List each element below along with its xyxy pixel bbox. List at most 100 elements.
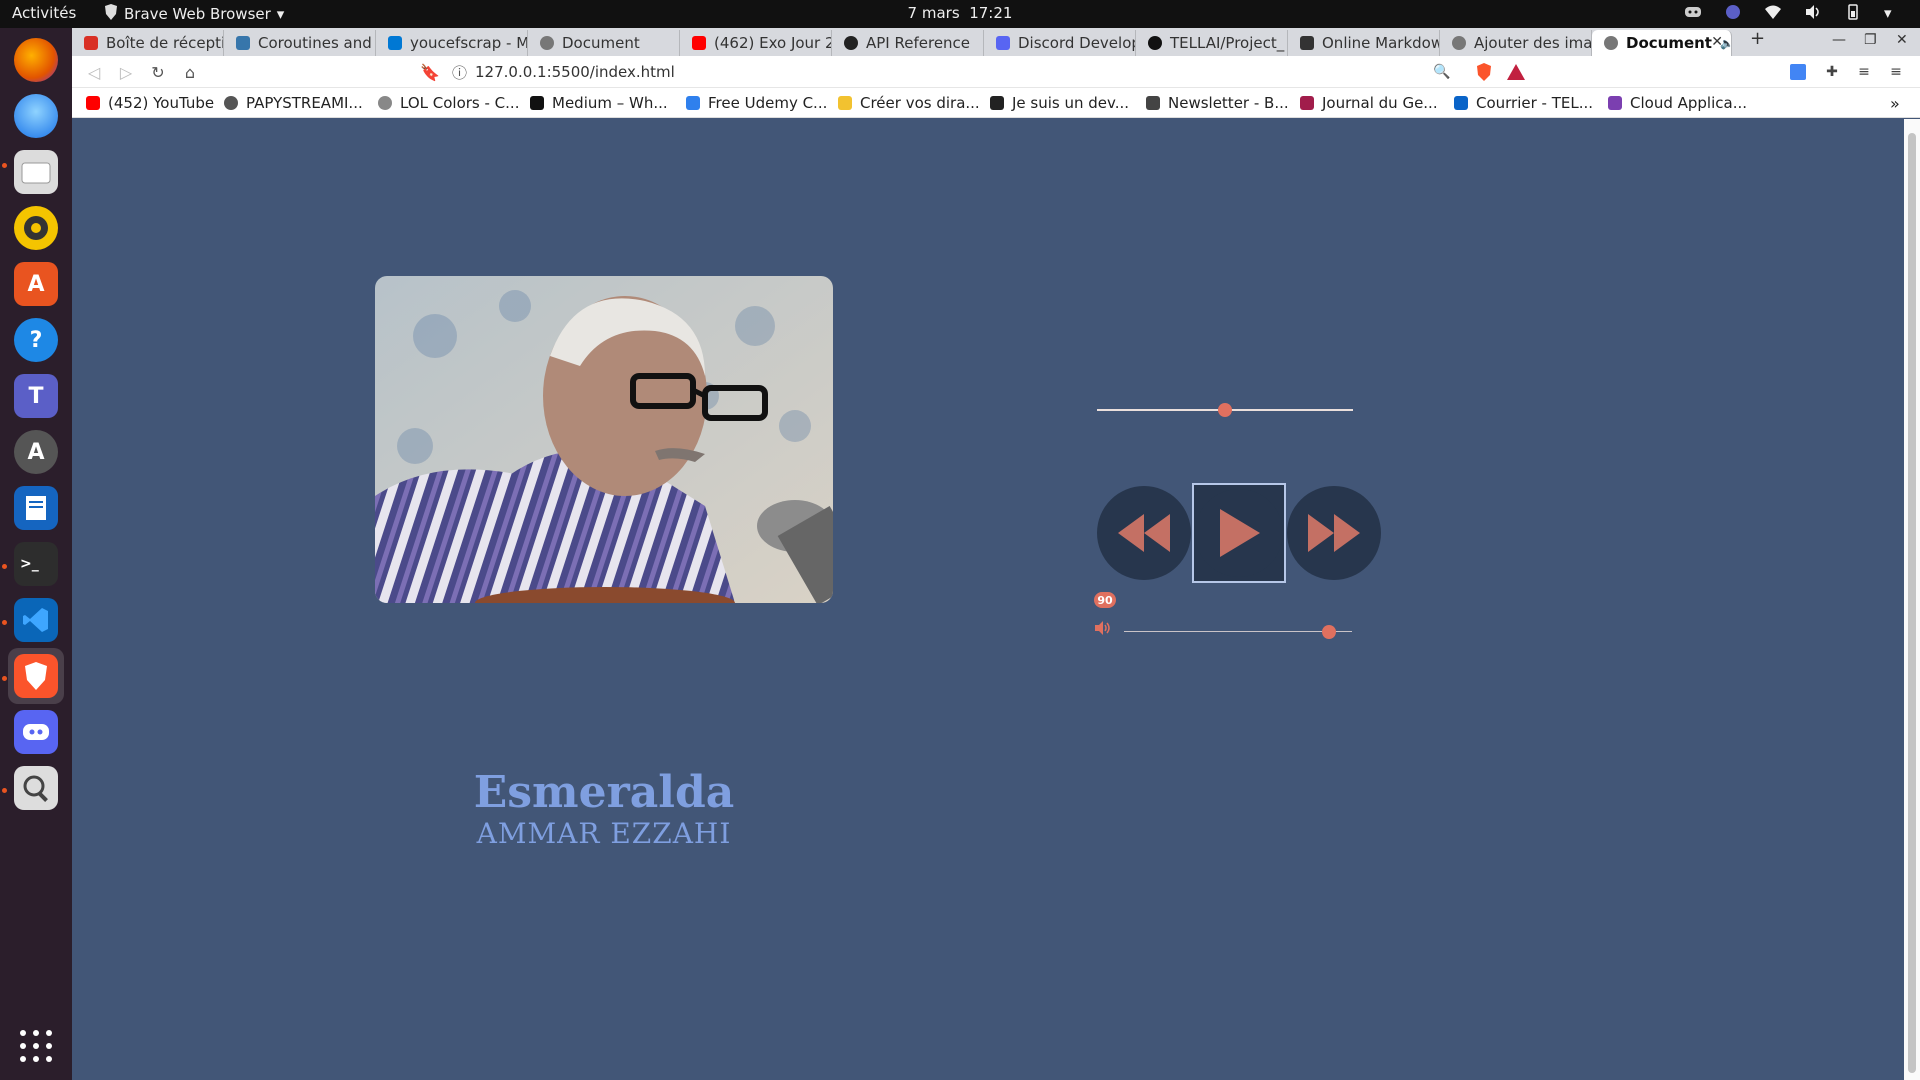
dock-brave[interactable]	[8, 648, 64, 704]
volume-knob[interactable]	[1322, 625, 1337, 639]
tab[interactable]: Discord Develop	[984, 30, 1136, 56]
dock-files[interactable]	[8, 144, 64, 200]
help-icon: ?	[14, 318, 58, 362]
dock-help[interactable]: ?	[8, 312, 64, 368]
translate-icon[interactable]	[1788, 62, 1808, 82]
activities-button[interactable]: Activités	[12, 4, 76, 22]
bookmark-item[interactable]: Journal du Ge...	[1300, 94, 1438, 112]
dock-updater[interactable]: A	[8, 424, 64, 480]
bookmark-item[interactable]: Free Udemy C...	[686, 94, 827, 112]
discord-tray-icon[interactable]	[1684, 4, 1702, 20]
bookmark-label: Medium – Wh...	[552, 94, 668, 112]
dock-rhythmbox[interactable]	[8, 200, 64, 256]
volume-slider[interactable]	[1124, 622, 1352, 642]
zoom-icon[interactable]: 🔍	[1432, 62, 1452, 82]
fast-forward-icon	[1308, 514, 1360, 552]
app-menu[interactable]: Brave Web Browser ▾	[104, 4, 284, 24]
dock-software[interactable]: A	[8, 256, 64, 312]
markdown-icon	[1300, 36, 1314, 50]
running-indicator	[2, 564, 7, 569]
fast-forward-button[interactable]	[1287, 486, 1381, 580]
address-bar[interactable]: ⓘ 127.0.0.1:5500/index.html	[452, 60, 1452, 84]
bookmark-icon[interactable]: 🔖	[420, 62, 440, 82]
bookmark-item[interactable]: Newsletter - B...	[1146, 94, 1289, 112]
system-tray[interactable]: ▾	[1684, 4, 1902, 22]
libreoffice-writer-icon	[14, 486, 58, 530]
tab[interactable]: TELLAI/Project_	[1136, 30, 1288, 56]
clock: 7 mars 17:21	[0, 4, 1920, 22]
clock-button[interactable]: 7 mars 17:21	[908, 4, 1013, 22]
tab[interactable]: Online Markdow	[1288, 30, 1440, 56]
page-content: Esmeralda AMMAR EZZAHI 90	[72, 119, 1920, 1080]
new-tab-icon[interactable]: +	[1750, 28, 1765, 49]
dock-vscode[interactable]	[8, 592, 64, 648]
bookmark-label: LOL Colors - C...	[400, 94, 520, 112]
bookmark-item[interactable]: Créer vos dira...	[838, 94, 980, 112]
close-window-icon[interactable]: ✕	[1896, 32, 1908, 48]
tab[interactable]: (462) Exo Jour 28	[680, 30, 832, 56]
tab-label: API Reference	[866, 34, 971, 52]
home-icon[interactable]: ⌂	[180, 62, 200, 82]
tab-label: Document	[562, 34, 640, 52]
tab[interactable]: Boîte de réceptio	[72, 30, 224, 56]
rewind-button[interactable]	[1097, 486, 1191, 580]
brave-rewards-icon[interactable]	[1506, 62, 1526, 82]
bookmark-label: Courrier - TEL...	[1476, 94, 1594, 112]
dock-firefox[interactable]	[8, 32, 64, 88]
volume-track	[1124, 631, 1352, 632]
tab[interactable]: Document	[528, 30, 680, 56]
tab-active[interactable]: Document 🔈 ✕	[1592, 30, 1732, 56]
bookmark-item[interactable]: Courrier - TEL...	[1454, 94, 1593, 112]
volume-icon[interactable]	[1094, 620, 1112, 636]
bookmark-item[interactable]: (452) YouTube	[86, 94, 214, 112]
menu-icon[interactable]: ≡	[1886, 62, 1906, 82]
reload-icon[interactable]: ↻	[148, 62, 168, 82]
forward-icon[interactable]: ▷	[116, 62, 136, 82]
gmail-icon	[84, 36, 98, 50]
tab[interactable]: Coroutines and T	[224, 30, 376, 56]
app-menu-label: Brave Web Browser	[124, 5, 271, 23]
brave-shields-icon[interactable]	[1474, 62, 1494, 82]
bookmark-item[interactable]: Medium – Wh...	[530, 94, 668, 112]
tab[interactable]: youcefscrap - Mic	[376, 30, 528, 56]
tab[interactable]: API Reference	[832, 30, 984, 56]
wifi-icon[interactable]	[1764, 4, 1782, 20]
bookmark-item[interactable]: Cloud Applica...	[1608, 94, 1747, 112]
restore-icon[interactable]: ❐	[1864, 32, 1877, 48]
close-tab-icon[interactable]: ✕	[1711, 34, 1723, 50]
dock-magnifier[interactable]	[8, 760, 64, 816]
extensions-icon[interactable]: ✚	[1822, 62, 1842, 82]
dock-thunderbird[interactable]	[8, 88, 64, 144]
media-controls-icon[interactable]: ≡	[1854, 62, 1874, 82]
bookmarks-bar: (452) YouTube PAPYSTREAMI... LOL Colors …	[72, 88, 1920, 118]
dock-discord[interactable]	[8, 704, 64, 760]
azure-icon	[388, 36, 402, 50]
power-menu-icon[interactable]: ▾	[1884, 4, 1902, 22]
scrollbar-thumb[interactable]	[1908, 133, 1916, 1073]
play-icon	[1220, 509, 1260, 557]
bookmark-label: (452) YouTube	[108, 94, 215, 112]
globe-icon	[1604, 36, 1618, 50]
page-scrollbar[interactable]	[1904, 119, 1920, 1080]
back-icon[interactable]: ◁	[84, 62, 104, 82]
dock-terminal[interactable]: >_	[8, 536, 64, 592]
battery-icon[interactable]	[1844, 4, 1862, 20]
site-info-icon[interactable]: ⓘ	[452, 62, 467, 83]
bookmark-item[interactable]: Je suis un dev...	[990, 94, 1129, 112]
cloud-app-icon	[1608, 96, 1622, 110]
clock-time: 17:21	[969, 4, 1013, 22]
volume-tray-icon[interactable]	[1804, 4, 1822, 20]
more-bookmarks-icon[interactable]: »	[1890, 94, 1900, 113]
play-button[interactable]	[1192, 483, 1286, 583]
progress-knob[interactable]	[1218, 403, 1232, 417]
show-apps-icon[interactable]	[20, 1030, 52, 1062]
bookmark-item[interactable]: PAPYSTREAMI...	[224, 94, 363, 112]
tab[interactable]: Ajouter des imag	[1440, 30, 1592, 56]
dock-teams[interactable]: T	[8, 368, 64, 424]
bookmark-label: Créer vos dira...	[860, 94, 980, 112]
progress-slider[interactable]	[1097, 400, 1353, 420]
bookmark-item[interactable]: LOL Colors - C...	[378, 94, 519, 112]
dock-writer[interactable]	[8, 480, 64, 536]
teams-tray-icon[interactable]	[1724, 4, 1742, 20]
minimize-icon[interactable]: —	[1832, 32, 1846, 48]
